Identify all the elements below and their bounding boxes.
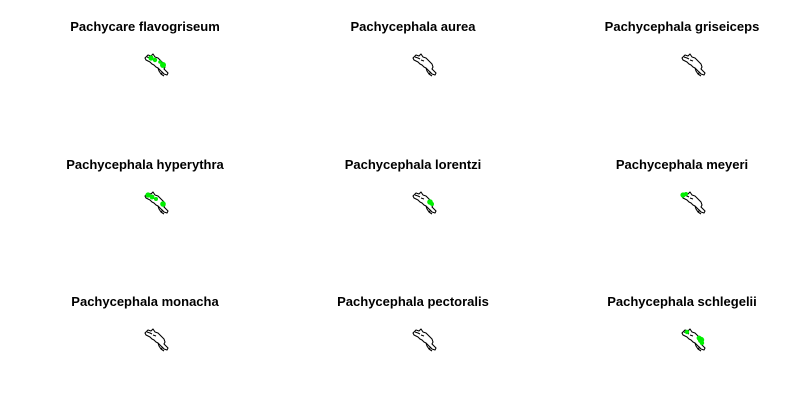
species-title: Pachycephala schlegelii <box>607 294 757 309</box>
map-panel: Pachycephala lorentzi <box>279 138 547 276</box>
species-title: Pachycephala monacha <box>71 294 219 309</box>
species-title: Pachycare flavogriseum <box>70 19 220 34</box>
species-title: Pachycephala lorentzi <box>344 157 482 172</box>
new-guinea-map <box>144 328 169 352</box>
island-outline <box>144 328 169 352</box>
new-guinea-map <box>412 53 437 77</box>
map-panel: Pachycare flavogriseum <box>11 0 279 138</box>
island-outline <box>412 328 437 352</box>
new-guinea-map <box>680 191 706 215</box>
map-panel: Pachycephala hyperythra <box>11 138 279 276</box>
new-guinea-map <box>144 191 169 215</box>
species-title: Pachycephala griseiceps <box>604 19 760 34</box>
island-outline <box>412 53 437 77</box>
species-map-grid: Pachycare flavogriseum Pachycephala aure… <box>0 0 804 413</box>
new-guinea-map <box>681 53 706 77</box>
range-overlay <box>427 199 434 206</box>
new-guinea-map <box>412 191 437 215</box>
map-panel: Pachycephala schlegelii <box>548 275 804 413</box>
range-overlay <box>680 192 688 198</box>
map-panel: Pachycephala monacha <box>11 275 279 413</box>
species-title: Pachycephala hyperythra <box>66 157 224 172</box>
species-title: Pachycephala pectoralis <box>337 294 489 309</box>
species-title: Pachycephala aurea <box>350 19 476 34</box>
new-guinea-map <box>412 328 437 352</box>
map-panel: Pachycephala griseiceps <box>548 0 804 138</box>
new-guinea-map <box>144 53 169 77</box>
new-guinea-map <box>681 328 706 352</box>
island-outline <box>681 53 706 77</box>
map-panel: Pachycephala meyeri <box>548 138 804 276</box>
map-panel: Pachycephala aurea <box>279 0 547 138</box>
map-panel: Pachycephala pectoralis <box>279 275 547 413</box>
species-title: Pachycephala meyeri <box>615 157 749 172</box>
